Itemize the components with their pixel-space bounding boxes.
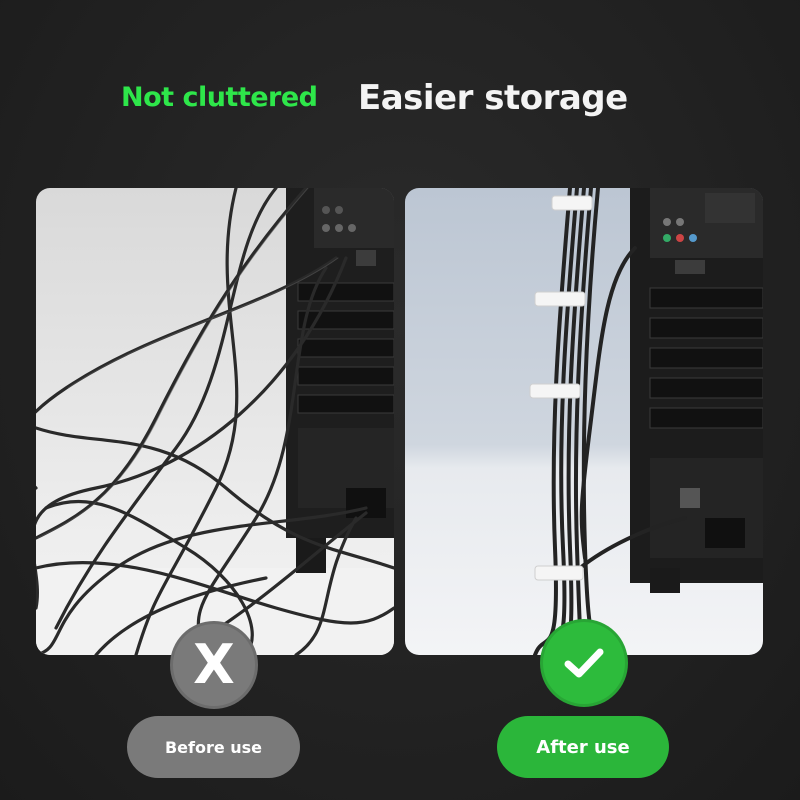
before-use-label: Before use xyxy=(127,716,300,778)
headline-easier-storage: Easier storage xyxy=(358,78,628,118)
checkmark-icon xyxy=(543,622,625,704)
pc-case-right xyxy=(630,188,763,593)
before-use-photo xyxy=(36,188,394,655)
checkmark-glyph xyxy=(564,648,604,678)
pc-case-left xyxy=(286,188,394,573)
headline: Not cluttered Easier storage xyxy=(0,78,800,128)
x-mark-icon: X xyxy=(173,624,255,706)
after-use-photo xyxy=(405,188,763,655)
after-use-label: After use xyxy=(497,716,669,778)
headline-not-cluttered: Not cluttered xyxy=(121,82,318,113)
